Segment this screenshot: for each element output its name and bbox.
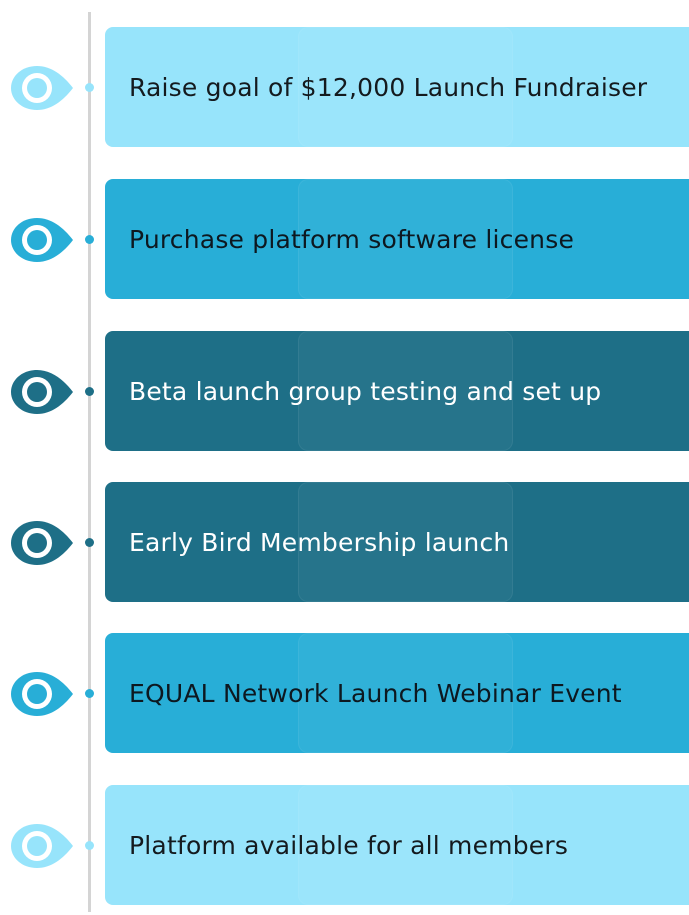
timeline-dot	[85, 235, 94, 244]
eye-marker-icon	[10, 65, 76, 111]
step-card: EQUAL Network Launch Webinar Event	[105, 633, 689, 753]
step-label: Raise goal of $12,000 Launch Fundraiser	[129, 72, 648, 102]
step-card: Early Bird Membership launch	[105, 482, 689, 602]
step-label: Purchase platform software license	[129, 224, 575, 254]
eye-marker-icon	[10, 671, 76, 717]
step-label: Platform available for all members	[129, 830, 569, 860]
step-label: Beta launch group testing and set up	[129, 376, 602, 406]
step-label: EQUAL Network Launch Webinar Event	[129, 678, 622, 708]
timeline-dot	[85, 387, 94, 396]
step-card: Beta launch group testing and set up	[105, 331, 689, 451]
timeline-step: Platform available for all members	[0, 785, 689, 905]
timeline-dot	[85, 841, 94, 850]
eye-marker-icon	[10, 369, 76, 415]
eye-marker-icon	[10, 217, 76, 263]
timeline-dot	[85, 689, 94, 698]
step-card: Platform available for all members	[105, 785, 689, 905]
timeline-dot	[85, 538, 94, 547]
step-card: Raise goal of $12,000 Launch Fundraiser	[105, 27, 689, 147]
step-label: Early Bird Membership launch	[129, 527, 510, 557]
timeline-dot	[85, 83, 94, 92]
timeline-line	[88, 12, 91, 912]
eye-marker-icon	[10, 823, 76, 869]
timeline-step: Early Bird Membership launch	[0, 482, 689, 602]
timeline-step: Purchase platform software license	[0, 179, 689, 299]
timeline-step: Raise goal of $12,000 Launch Fundraiser	[0, 27, 689, 147]
eye-marker-icon	[10, 520, 76, 566]
timeline-step: EQUAL Network Launch Webinar Event	[0, 633, 689, 753]
step-card: Purchase platform software license	[105, 179, 689, 299]
timeline-step: Beta launch group testing and set up	[0, 331, 689, 451]
